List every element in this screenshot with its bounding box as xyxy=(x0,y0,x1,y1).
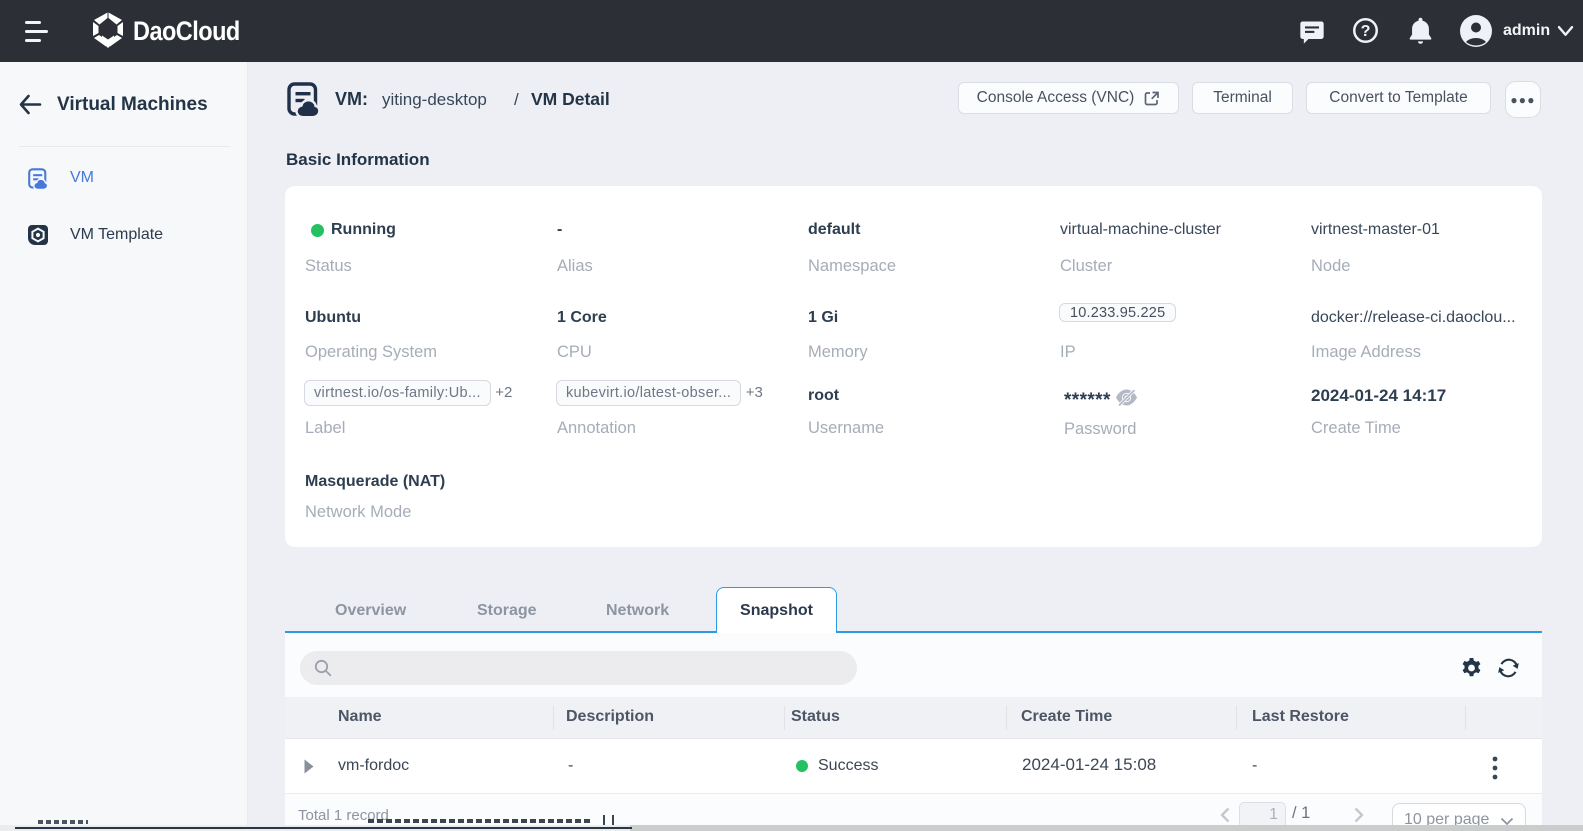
svg-text:?: ? xyxy=(1361,22,1371,40)
